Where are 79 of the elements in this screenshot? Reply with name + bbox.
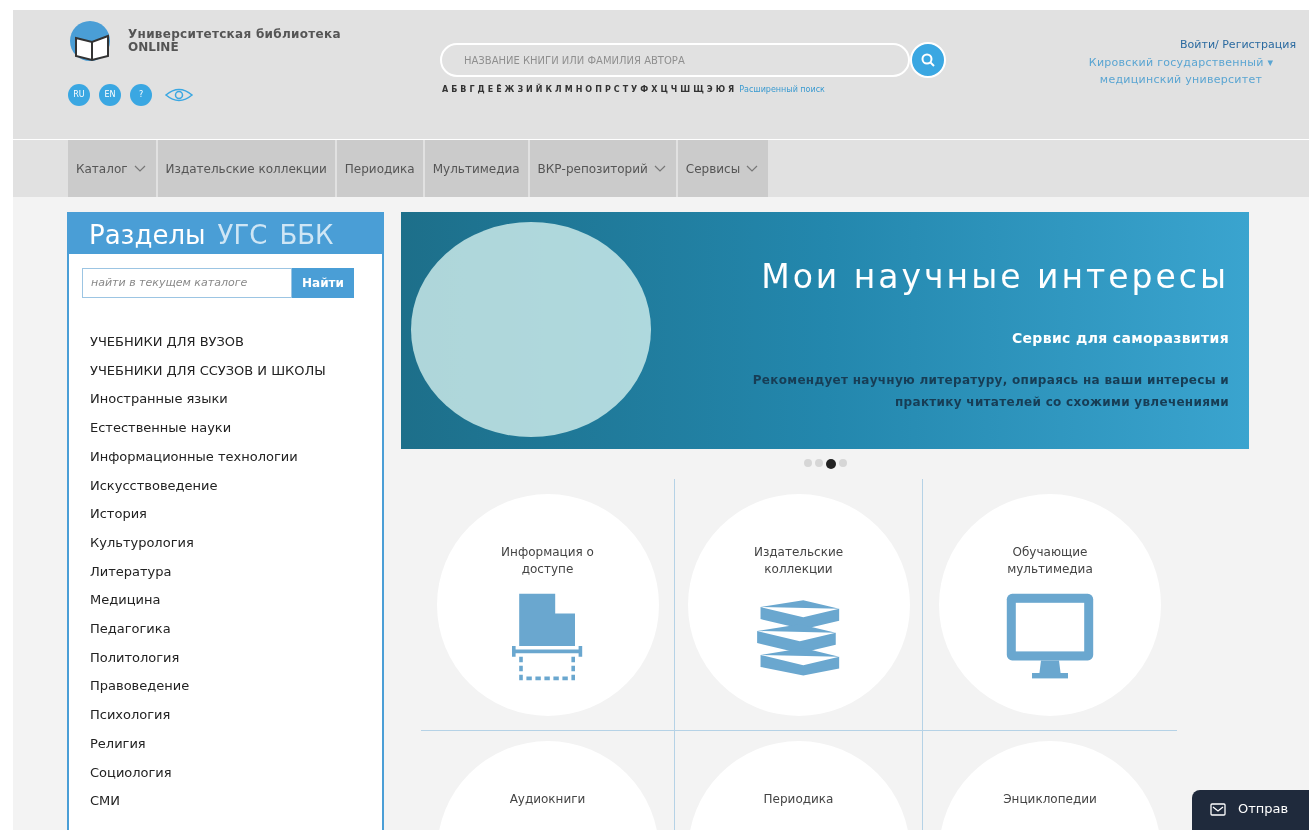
chevron-down-icon (746, 164, 759, 173)
banner-text: Рекомендует научную литературу, опираясь на ваши интересы и практику читателей со схожими увлечениями (751, 371, 1229, 411)
category-link[interactable]: УЧЕБНИКИ ДЛЯ ССУЗОВ И ШКОЛЫ (90, 356, 326, 386)
nav-menu-item[interactable]: Сервисы (677, 140, 769, 197)
tile-card[interactable]: Издательские коллекции (687, 493, 910, 716)
alphabet-letter-link[interactable]: С (613, 84, 620, 96)
alphabet-letter-link[interactable]: Ю (715, 84, 726, 96)
tile-card[interactable]: Информация о доступе (436, 493, 659, 716)
category-link[interactable]: Информационные технологии (90, 442, 298, 472)
search-button[interactable] (910, 42, 946, 78)
category-link[interactable]: Иностранные языки (90, 385, 228, 415)
catalog-search-field[interactable]: найти в текущем каталоге (82, 268, 292, 298)
category-link[interactable]: Религия (90, 729, 146, 759)
nav-menu-item[interactable]: Каталог (68, 140, 156, 197)
alphabet-letter-link[interactable]: О (585, 84, 593, 96)
tile-label: Издательские коллекции (752, 543, 845, 578)
banner-subtitle: Сервис для саморазвития (1011, 328, 1229, 348)
alphabet-letter-link[interactable]: Н (575, 84, 583, 96)
category-link[interactable]: Искусствоведение (90, 471, 218, 501)
alphabet-letter-link[interactable]: З (517, 84, 524, 96)
alphabet-letter-link[interactable]: Ц (660, 84, 668, 96)
eye-icon[interactable] (165, 88, 193, 102)
alphabet-letter-link[interactable]: Д (477, 84, 485, 96)
tile-label: Информация о доступе (500, 543, 595, 578)
alphabet-letter-link[interactable]: Г (469, 84, 475, 96)
alphabet-letter-link[interactable]: Ш (680, 84, 691, 96)
tile-label: Энциклопедии (1002, 791, 1098, 808)
logo-title: Университетская библиотека (128, 28, 341, 41)
tile-label: Аудиокниги (508, 791, 587, 808)
alphabet-letter-link[interactable]: К (545, 84, 553, 96)
alphabet-letter-link[interactable]: И (526, 84, 533, 96)
logo-subtitle: ONLINE (128, 41, 179, 54)
login-link[interactable]: Войти/ Регистрация (1180, 37, 1296, 54)
category-link[interactable]: Медицина (90, 586, 161, 616)
alphabet-letter-link[interactable]: Э (706, 84, 713, 96)
alphabet-letter-link[interactable]: П (595, 84, 602, 96)
banner-title: Мои научные интересы (761, 256, 1229, 298)
tile-card[interactable]: Энциклопедии (939, 741, 1161, 830)
category-link[interactable]: Педагогика (90, 615, 171, 644)
envelope-icon (1210, 802, 1226, 816)
category-link[interactable]: Политология (90, 643, 180, 673)
alphabet-letter-link[interactable]: Р (604, 84, 611, 96)
alphabet-letter-link[interactable]: Т (622, 84, 629, 96)
nav-menu-item[interactable]: Мультимедиа (424, 140, 528, 197)
alphabet-letter-link[interactable]: У (631, 84, 638, 96)
alphabet-letter-link[interactable]: А (442, 84, 449, 96)
category-link[interactable]: Правоведение (90, 672, 190, 702)
alphabet-letter-link[interactable]: Л (555, 84, 562, 96)
category-link[interactable]: УЧЕБНИКИ ДЛЯ ВУЗОВ (90, 328, 244, 357)
alphabet-letter-link[interactable]: Щ (693, 84, 704, 96)
alphabet-letter-link[interactable]: Ф (640, 84, 649, 96)
alphabet-letter-link[interactable]: Ч (670, 84, 678, 96)
alphabet-letter-link[interactable]: Х (651, 84, 658, 96)
alphabet-letter-link[interactable]: Б (451, 84, 458, 96)
alphabet-letter-link[interactable]: Й (535, 84, 543, 96)
tile-label: Обучающие мультимедиа (1006, 543, 1094, 578)
alphabet-letter-link[interactable]: Ж (504, 84, 515, 96)
search-field[interactable]: НАЗВАНИЕ КНИГИ ИЛИ ФАМИЛИЯ АВТОРА (440, 43, 910, 77)
alphabet-letter-link[interactable]: Е (487, 84, 494, 96)
category-link[interactable]: Литература (90, 557, 172, 587)
category-link[interactable]: Естественные науки (90, 414, 232, 443)
chevron-down-icon (653, 164, 666, 173)
alphabet-letter-link[interactable]: В (460, 84, 467, 96)
nav-menu-item[interactable]: ВКР-репозиторий (529, 140, 676, 197)
feedback-button[interactable]: Отправ (1192, 790, 1309, 830)
category-link[interactable]: СМИ (90, 787, 121, 816)
search-icon (920, 52, 936, 68)
chevron-down-icon (133, 164, 146, 173)
category-link[interactable]: История (90, 500, 147, 529)
tile-card[interactable]: Обучающие мультимедиа (939, 493, 1161, 716)
alphabet-letter-link[interactable]: Я (728, 84, 735, 96)
category-link[interactable]: Культурология (90, 528, 194, 558)
alphabet-letter-link[interactable]: Ё (496, 84, 502, 96)
nav-menu-item[interactable]: Издательские коллекции (157, 140, 335, 197)
category-link[interactable]: Социология (90, 758, 172, 788)
tile-label: Периодика (762, 791, 835, 808)
nav-menu-item[interactable]: Периодика (336, 140, 423, 197)
category-link[interactable]: Психология (90, 701, 171, 730)
alphabet-letter-link[interactable]: М (564, 84, 573, 96)
